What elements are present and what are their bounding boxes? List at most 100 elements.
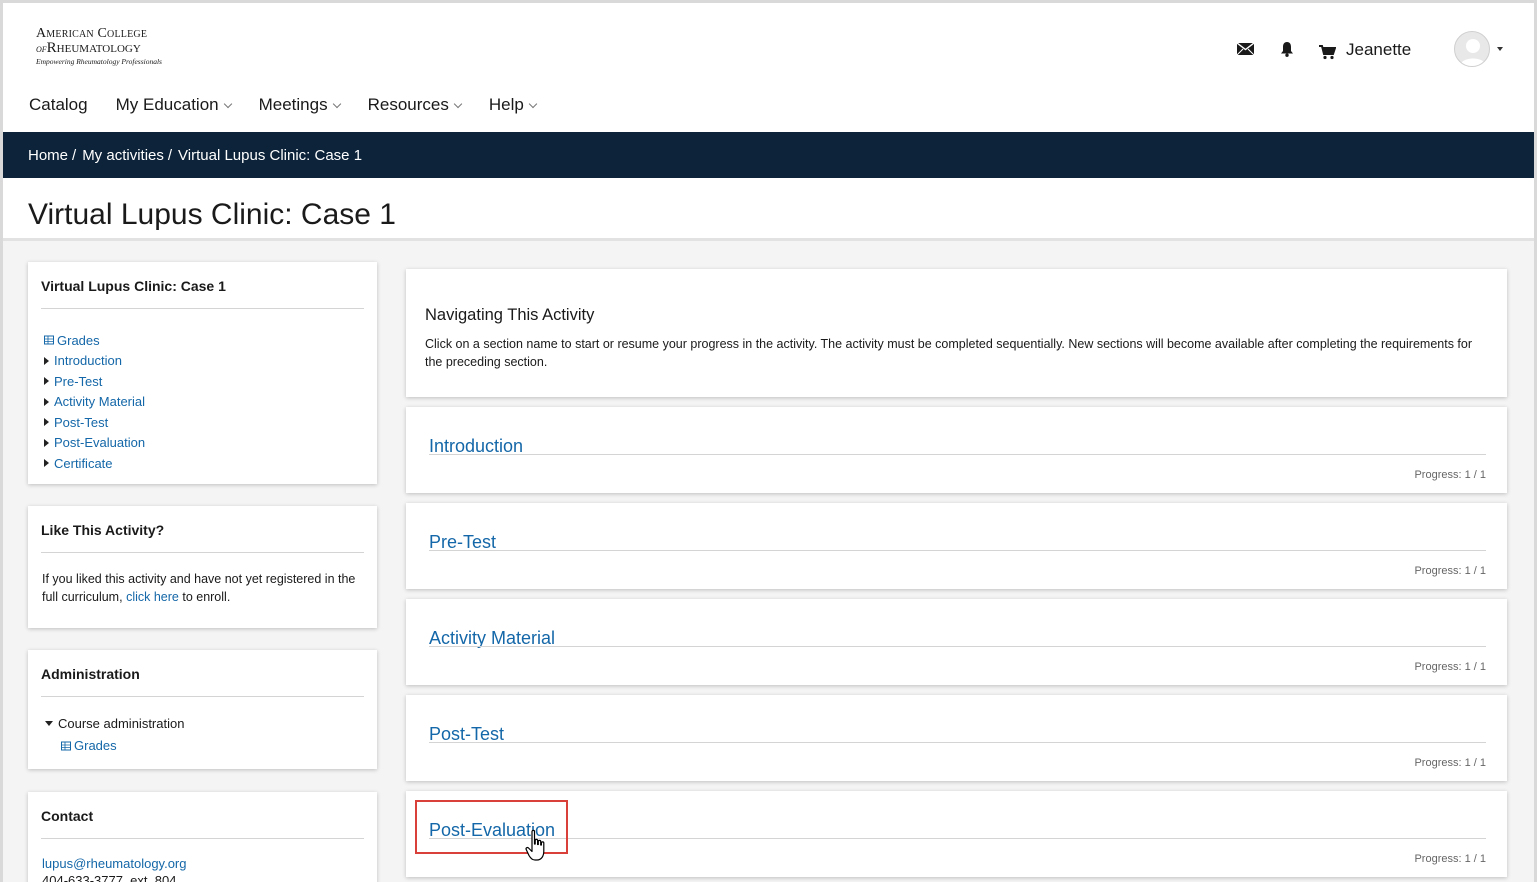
course-nav-activity-material[interactable]: Activity Material (44, 392, 145, 413)
nav-catalog-label: Catalog (29, 95, 88, 114)
section-progress: Progress: 1 / 1 (1414, 469, 1486, 481)
contact-title: Contact (41, 808, 94, 824)
user-name[interactable]: Jeanette (1346, 40, 1411, 60)
section-card: Post-Evaluation Progress: 1 / 1 (406, 791, 1507, 877)
divider (429, 646, 1486, 647)
course-nav-card: Virtual Lupus Clinic: Case 1 Grades Intr… (28, 262, 377, 484)
breadcrumb: Home / My activities / Virtual Lupus Clini… (3, 132, 1534, 178)
chevron-down-icon (453, 99, 463, 108)
nav-help[interactable]: Help (488, 95, 538, 115)
course-nav-post-test[interactable]: Post-Test (44, 412, 145, 433)
course-nav-list: Grades Introduction Pre-Test Activity Ma… (44, 330, 145, 474)
course-administration-label: Course administration (58, 716, 185, 731)
section-card: Activity Material Progress: 1 / 1 (406, 599, 1507, 685)
divider (429, 838, 1486, 839)
bell-icon[interactable] (1279, 40, 1295, 58)
navigating-activity-text: Click on a section name to start or resu… (425, 337, 1473, 369)
divider (41, 552, 364, 553)
caret-down-icon (45, 721, 53, 726)
table-icon (61, 741, 71, 750)
divider (429, 742, 1486, 743)
cart-icon[interactable] (1318, 44, 1336, 60)
course-nav-activity-material-label: Activity Material (54, 394, 146, 410)
caret-right-icon (44, 459, 49, 468)
breadcrumb-current: Virtual Lupus Clinic: Case 1 (178, 146, 363, 164)
caret-right-icon (44, 377, 49, 386)
divider (41, 696, 364, 697)
course-nav-post-evaluation[interactable]: Post-Evaluation (44, 433, 145, 454)
site-header: American College ofRheumatology Empoweri… (3, 3, 1534, 132)
course-nav-title: Virtual Lupus Clinic: Case 1 (41, 278, 226, 294)
chevron-down-icon (332, 99, 341, 108)
section-progress: Progress: 1 / 1 (1414, 661, 1486, 673)
course-nav-post-evaluation-label: Post-Evaluation (54, 435, 146, 451)
breadcrumb-separator: / (167, 146, 173, 164)
enroll-link[interactable]: click here (126, 590, 179, 604)
table-icon (44, 335, 54, 345)
breadcrumb-home[interactable]: Home (28, 147, 68, 164)
user-avatar-icon[interactable] (1454, 31, 1490, 67)
page-title-band: Virtual Lupus Clinic: Case 1 (3, 178, 1534, 241)
nav-meetings[interactable]: Meetings (258, 95, 341, 115)
nav-my-education[interactable]: My Education (115, 95, 232, 115)
browser-frame: American College ofRheumatology Empoweri… (0, 0, 1537, 882)
like-activity-title: Like This Activity? (41, 522, 165, 538)
hand-pointer-icon (524, 829, 552, 868)
course-nav-certificate[interactable]: Certificate (44, 453, 145, 474)
course-nav-grades-label: Grades (57, 332, 100, 348)
user-menu-caret-icon[interactable] (1497, 47, 1503, 51)
course-nav-post-test-label: Post-Test (54, 414, 109, 430)
admin-grades-item[interactable]: Grades (61, 738, 117, 753)
section-card: Post-Test Progress: 1 / 1 (406, 695, 1507, 781)
breadcrumb-separator: / (72, 146, 77, 164)
navigating-activity-heading: Navigating This Activity (425, 306, 595, 324)
main-nav: Catalog My Education Meetings Resources … (29, 95, 564, 115)
course-nav-grades[interactable]: Grades (44, 330, 145, 351)
course-administration-item[interactable]: Course administration (45, 716, 184, 731)
acr-logo[interactable]: American College ofRheumatology Empoweri… (36, 27, 176, 73)
divider (41, 838, 364, 839)
chevron-down-icon (223, 99, 232, 108)
administration-card: Administration Course administration Gra… (28, 650, 377, 769)
course-nav-certificate-label: Certificate (54, 455, 113, 471)
course-nav-pre-test-label: Pre-Test (54, 373, 103, 389)
nav-resources-label: Resources (367, 95, 449, 114)
nav-my-education-label: My Education (115, 95, 219, 114)
like-activity-card: Like This Activity? If you liked this ac… (28, 506, 377, 628)
nav-help-label: Help (488, 95, 524, 114)
logo-line-2-text: Rheumatology (46, 40, 141, 56)
contact-card: Contact lupus@rheumatology.org 404-633-3… (28, 792, 377, 882)
contact-email-link[interactable]: lupus@rheumatology.org (42, 856, 186, 871)
logo-line-2: ofRheumatology (36, 41, 176, 57)
administration-title: Administration (41, 666, 140, 682)
caret-right-icon (44, 438, 49, 447)
logo-line-2-prefix: of (36, 43, 47, 55)
logo-tagline: Empowering Rheumatology Professionals (36, 57, 162, 66)
course-nav-pre-test[interactable]: Pre-Test (44, 371, 145, 392)
like-activity-text: If you liked this activity and have not … (42, 570, 362, 606)
section-progress: Progress: 1 / 1 (1414, 565, 1486, 577)
caret-right-icon (44, 356, 49, 365)
course-nav-introduction-label: Introduction (54, 353, 122, 369)
caret-right-icon (44, 418, 49, 427)
breadcrumb-my-activities[interactable]: My activities (82, 147, 164, 164)
caret-right-icon (44, 397, 49, 406)
nav-resources[interactable]: Resources (367, 95, 463, 115)
contact-phone: 404-633-3777, ext. 804 (42, 873, 177, 882)
envelope-icon[interactable] (1236, 42, 1254, 56)
chevron-down-icon (528, 99, 538, 108)
divider (429, 454, 1486, 455)
page-title: Virtual Lupus Clinic: Case 1 (28, 198, 396, 231)
logo-line-1: American College (36, 26, 148, 41)
like-activity-text-after: to enroll. (182, 590, 231, 604)
section-card: Pre-Test Progress: 1 / 1 (406, 503, 1507, 589)
admin-grades-label: Grades (74, 738, 117, 753)
nav-meetings-label: Meetings (258, 95, 328, 114)
section-progress: Progress: 1 / 1 (1414, 853, 1486, 865)
section-progress: Progress: 1 / 1 (1414, 757, 1486, 769)
divider (41, 308, 364, 309)
section-card: Introduction Progress: 1 / 1 (406, 407, 1507, 493)
course-nav-introduction[interactable]: Introduction (44, 351, 145, 372)
navigating-activity-box: Navigating This Activity Click on a sect… (406, 269, 1507, 397)
nav-catalog[interactable]: Catalog (29, 95, 88, 115)
